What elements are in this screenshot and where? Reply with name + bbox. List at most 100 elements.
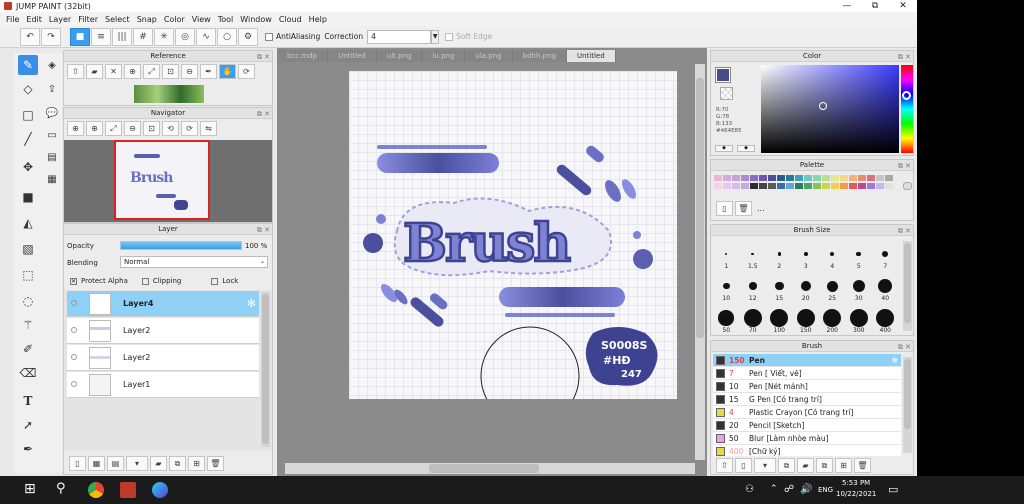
brush-size-cell[interactable]: 300 [846,302,873,334]
new-halftone-button[interactable]: ▦ [88,456,105,471]
fill-rect-tool-button[interactable]: ■ [18,187,38,207]
saturation-value-picker[interactable] [761,65,899,153]
brush-size-cell[interactable]: 12 [740,270,767,302]
reference-open-button[interactable]: ▰ [86,64,103,79]
layer-folder-dropdown[interactable]: ▾ [126,456,148,471]
snap-ellipse-button[interactable]: ○ [217,27,237,46]
eye-icon[interactable] [71,381,77,387]
reference-zoom-out-button[interactable]: ⊖ [181,64,198,79]
gear-icon[interactable]: ✻ [247,297,256,310]
text-tool-button[interactable]: T [18,391,38,411]
reference-zoom-in-button[interactable]: ⊕ [124,64,141,79]
doc-tab[interactable]: lu.png [422,50,466,62]
brush-size-cell[interactable]: 2 [766,238,793,270]
close-icon[interactable]: ⧉ ✕ [257,109,270,119]
reference-upload-button[interactable]: ⇧ [67,64,84,79]
eraser-small-button[interactable]: ◈ [42,55,62,75]
reference-actual-button[interactable]: ⊡ [162,64,179,79]
antialiasing-checkbox[interactable] [265,32,273,41]
palette-swatch[interactable] [849,175,857,181]
brush-item[interactable]: 7 Pen [ Viết, vẽ] [713,367,901,380]
palette-swatch[interactable] [876,183,884,189]
doc-tab-active[interactable]: Untitled [566,50,616,62]
new-8bit-button[interactable]: ▤ [107,456,124,471]
new-layer-button[interactable]: ▯ [69,456,86,471]
brush-size-cell[interactable]: 1.5 [740,238,767,270]
pen-tool-button[interactable]: ✎ [18,55,38,75]
layer-move-button[interactable]: ⇪ [42,79,62,99]
doc-tab[interactable]: bdhh.png [512,50,567,62]
magic-wand-tool-button[interactable]: ⚚ [18,315,38,335]
palette-swatch[interactable] [723,183,731,189]
layer-row[interactable]: Layer2 [67,318,259,344]
palette-swatch[interactable] [822,175,830,181]
close-icon[interactable]: ⧉ ✕ [898,161,911,171]
brush-size-cell[interactable]: 3 [793,238,820,270]
palette-swatch[interactable] [831,175,839,181]
jump-paint-taskbar-icon[interactable] [120,482,136,498]
palette-new-button[interactable]: ▯ [716,201,733,216]
canva-icon[interactable] [152,482,168,498]
canvas-area[interactable]: bcc.mdp Untitled ult.png lu.png ula.png … [277,48,707,476]
notification-icon[interactable]: ▭ [888,483,898,496]
palette-swatch[interactable] [741,175,749,181]
brush-folder-button[interactable]: ▰ [797,458,814,473]
move-tool-button[interactable]: ✥ [18,157,38,177]
maximize-button[interactable]: ⧉ [861,0,889,12]
minimize-button[interactable]: — [833,0,861,12]
brush-item[interactable]: 15 G Pen [Có trang trí] [713,393,901,406]
gradient-tool-button[interactable]: ▧ [18,239,38,259]
brush-size-cell[interactable]: 20 [793,270,820,302]
snap-vertical-button[interactable]: ||| [112,27,132,46]
nav-fit-button[interactable]: ⤢ [105,121,122,136]
palette-swatch[interactable] [804,175,812,181]
clock-date[interactable]: 10/22/2021 [836,490,876,498]
select-pen-tool-button[interactable]: ✐ [18,339,38,359]
text-box-button[interactable]: ▭ [42,125,62,145]
palette-swatch[interactable] [759,175,767,181]
search-icon[interactable]: ⚲ [56,481,66,496]
add-color-button[interactable]: ◆ [715,145,733,152]
palette-swatch[interactable] [867,175,875,181]
palette-swatch[interactable] [840,183,848,189]
layer-row[interactable]: Layer1 [67,372,259,398]
brush-size-cell[interactable]: 40 [872,270,899,302]
menu-help[interactable]: Help [309,15,327,24]
menu-tool[interactable]: Tool [218,15,234,24]
color-picker-handle[interactable] [819,102,827,110]
brush-export-button[interactable]: ⊞ [835,458,852,473]
menu-view[interactable]: View [192,15,211,24]
gear-icon[interactable]: ✻ [892,356,898,365]
brush-list-scrollbar[interactable] [903,357,912,453]
nav-zoom-out-button[interactable]: ⊖ [124,121,141,136]
menu-edit[interactable]: Edit [26,15,42,24]
brush-copy-button[interactable]: ⧉ [778,458,795,473]
hue-slider[interactable] [901,65,913,153]
brush-item[interactable]: 150 Pen ✻ [713,354,901,367]
palette-swatch[interactable] [867,183,875,189]
brush-size-cell[interactable]: 10 [713,270,740,302]
correction-input[interactable]: 4 [367,29,432,44]
close-icon[interactable]: ⧉ ✕ [898,226,911,236]
nav-rotate-right-button[interactable]: ⟳ [181,121,198,136]
background-color-swatch[interactable] [720,87,733,100]
duplicate-layer-button[interactable]: ⧉ [169,456,186,471]
snap-off-button[interactable]: ■ [70,27,90,46]
hue-handle[interactable] [902,91,911,100]
nav-rotate-left-button[interactable]: ⟲ [162,121,179,136]
menu-cloud[interactable]: Cloud [279,15,302,24]
snap-settings-button[interactable]: ⚙ [238,27,258,46]
brush-size-cell[interactable]: 50 [713,302,740,334]
brush-size-cell[interactable]: 150 [793,302,820,334]
snap-circle-button[interactable]: ◎ [175,27,195,46]
clipping-checkbox[interactable] [141,277,149,285]
brush-size-cell[interactable]: 25 [819,270,846,302]
eyedropper-tool-button[interactable]: ✒ [18,439,38,459]
snap-cross-button[interactable]: # [133,27,153,46]
brush-size-cell[interactable]: 4 [819,238,846,270]
layer-row[interactable]: Layer4 ✻ [67,291,259,317]
palette-swatch[interactable] [750,183,758,189]
palette-swatch[interactable] [750,175,758,181]
snap-curve-button[interactable]: ∿ [196,27,216,46]
palette-swatch[interactable] [759,183,767,189]
